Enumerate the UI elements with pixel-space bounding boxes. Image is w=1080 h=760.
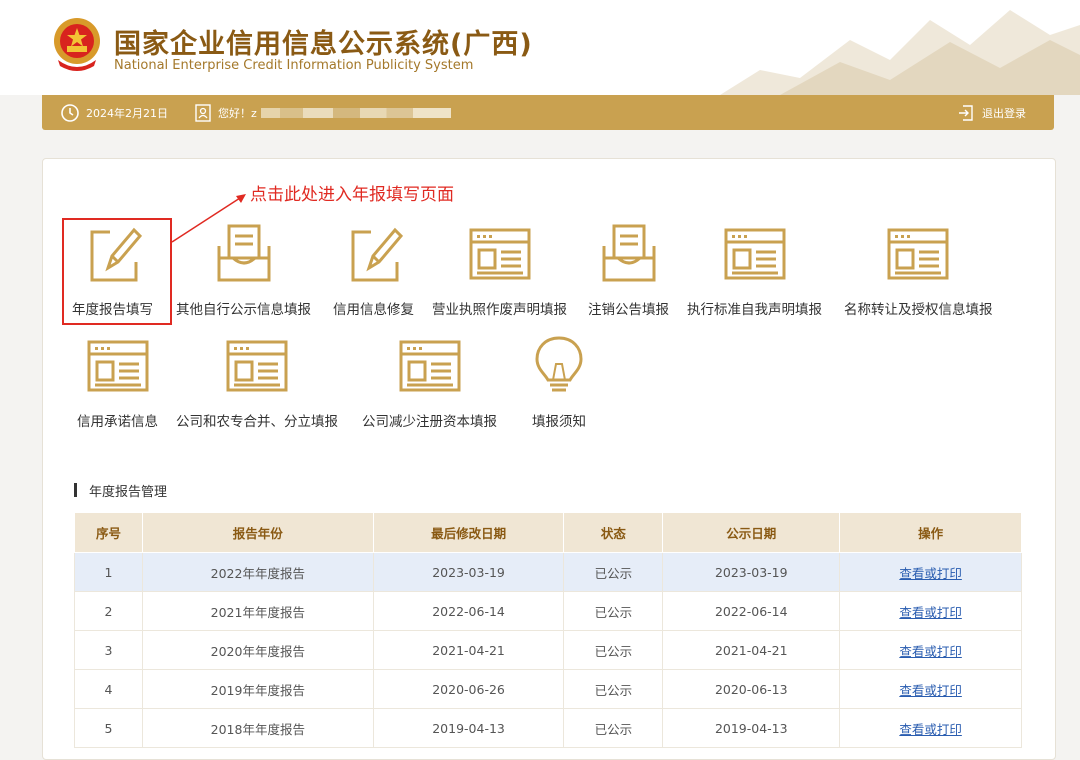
form-window-icon	[87, 340, 148, 392]
logout-label: 退出登录	[982, 106, 1026, 120]
document-tray-icon	[602, 224, 655, 282]
mountain-decoration	[720, 10, 1080, 95]
cell-index: 2	[74, 591, 143, 631]
tile-merger-split[interactable]: 公司和农专合并、分立填报	[176, 334, 338, 430]
masked-username	[260, 107, 451, 118]
section-title: 年度报告管理	[74, 482, 168, 500]
cell-last-modified: 2022-06-14	[372, 591, 565, 631]
tile-label: 信用信息修复	[333, 302, 414, 318]
view-print-link[interactable]: 查看或打印	[899, 605, 962, 620]
cell-actions: 查看或打印	[839, 630, 1022, 670]
form-window-icon	[399, 340, 460, 392]
table-row: 1 2022年年度报告 2023-03-19 已公示 2023-03-19 查看…	[74, 552, 1022, 592]
table-row: 2 2021年年度报告 2022-06-14 已公示 2022-06-14 查看…	[74, 591, 1022, 631]
cell-index: 1	[74, 552, 143, 592]
cell-actions: 查看或打印	[839, 552, 1022, 592]
form-window-icon	[226, 340, 288, 392]
clock-icon	[61, 103, 79, 122]
annotation-text: 点击此处进入年报填写页面	[250, 185, 454, 205]
tile-filing-instructions[interactable]: 填报须知	[526, 334, 592, 430]
view-print-link[interactable]: 查看或打印	[899, 722, 962, 737]
cell-actions: 查看或打印	[839, 591, 1022, 631]
cell-index: 4	[74, 669, 143, 709]
table-row: 4 2019年年度报告 2020-06-26 已公示 2020-06-13 查看…	[74, 669, 1022, 709]
annotation-highlight-box	[62, 218, 172, 325]
site-title: 国家企业信用信息公示系统(广西)	[114, 29, 533, 60]
view-print-link[interactable]: 查看或打印	[899, 683, 962, 698]
cell-report-year: 2020年年度报告	[141, 630, 374, 670]
form-window-icon	[887, 228, 949, 280]
tile-other-disclosure[interactable]: 其他自行公示信息填报	[176, 222, 311, 318]
pencil-edit-icon	[351, 227, 403, 282]
section-title-text: 年度报告管理	[89, 484, 168, 500]
lightbulb-icon	[535, 336, 583, 392]
tile-cancellation-notice[interactable]: 注销公告填报	[588, 222, 669, 318]
cell-publish-date: 2020-06-13	[662, 669, 841, 709]
cell-report-year: 2019年年度报告	[141, 669, 374, 709]
col-header-index: 序号	[74, 512, 143, 553]
tile-standard-declaration[interactable]: 执行标准自我声明填报	[687, 222, 822, 318]
cell-status: 已公示	[563, 591, 664, 631]
form-window-icon	[724, 228, 785, 280]
cell-last-modified: 2021-04-21	[372, 630, 565, 670]
tile-label: 其他自行公示信息填报	[176, 302, 311, 318]
form-window-icon	[469, 228, 530, 280]
col-header-last-modified: 最后修改日期	[372, 512, 565, 553]
cell-publish-date: 2021-04-21	[662, 630, 841, 670]
table-row: 3 2020年年度报告 2021-04-21 已公示 2021-04-21 查看…	[74, 630, 1022, 670]
cell-status: 已公示	[563, 630, 664, 670]
tile-label: 填报须知	[532, 414, 586, 430]
cell-publish-date: 2022-06-14	[662, 591, 841, 631]
site-header: 国家企业信用信息公示系统(广西) National Enterprise Cre…	[0, 0, 1080, 95]
cell-last-modified: 2020-06-26	[372, 669, 565, 709]
cell-last-modified: 2019-04-13	[372, 708, 565, 748]
document-tray-icon	[217, 224, 270, 282]
user-badge-icon	[195, 103, 211, 122]
tile-label: 公司和农专合并、分立填报	[176, 414, 338, 430]
table-row: 5 2018年年度报告 2019-04-13 已公示 2019-04-13 查看…	[74, 708, 1022, 748]
cell-index: 3	[74, 630, 143, 670]
cell-status: 已公示	[563, 669, 664, 709]
tile-capital-reduction[interactable]: 公司减少注册资本填报	[362, 334, 497, 430]
logout-icon	[959, 104, 973, 121]
cell-report-year: 2021年年度报告	[141, 591, 374, 631]
logout-button[interactable]: 退出登录	[956, 95, 1026, 130]
cell-report-year: 2022年年度报告	[141, 552, 374, 592]
cell-status: 已公示	[563, 708, 664, 748]
annual-report-table: 序号 报告年份 最后修改日期 状态 公示日期 操作 1 2022年年度报告 20…	[74, 512, 1022, 748]
tile-credit-commitment[interactable]: 信用承诺信息	[77, 334, 158, 430]
tile-name-transfer[interactable]: 名称转让及授权信息填报	[844, 222, 993, 318]
tile-credit-repair[interactable]: 信用信息修复	[333, 222, 414, 318]
col-header-publish-date: 公示日期	[662, 512, 841, 553]
tile-label: 公司减少注册资本填报	[362, 414, 497, 430]
view-print-link[interactable]: 查看或打印	[899, 566, 962, 581]
tile-label: 营业执照作废声明填报	[432, 302, 567, 318]
tile-label: 名称转让及授权信息填报	[844, 302, 993, 318]
top-bar: 2024年2月21日 您好！z 退出登录	[42, 95, 1054, 130]
col-header-report-year: 报告年份	[141, 512, 374, 553]
table-header-row: 序号 报告年份 最后修改日期 状态 公示日期 操作	[74, 512, 1022, 553]
col-header-actions: 操作	[839, 512, 1022, 553]
tile-label: 执行标准自我声明填报	[687, 302, 822, 318]
col-header-status: 状态	[563, 512, 664, 553]
greeting-text: 您好！z	[218, 106, 257, 120]
user-greeting: 您好！z	[194, 95, 451, 130]
cell-last-modified: 2023-03-19	[372, 552, 565, 592]
current-date: 2024年2月21日	[86, 106, 168, 120]
section-marker	[74, 483, 77, 497]
national-emblem-icon	[54, 18, 100, 71]
cell-actions: 查看或打印	[839, 708, 1022, 748]
cell-status: 已公示	[563, 552, 664, 592]
view-print-link[interactable]: 查看或打印	[899, 644, 962, 659]
tile-label: 信用承诺信息	[77, 414, 158, 430]
cell-publish-date: 2023-03-19	[662, 552, 841, 592]
tile-label: 注销公告填报	[588, 302, 669, 318]
cell-report-year: 2018年年度报告	[141, 708, 374, 748]
site-subtitle: National Enterprise Credit Information P…	[114, 58, 474, 73]
tile-license-void[interactable]: 营业执照作废声明填报	[432, 222, 567, 318]
cell-index: 5	[74, 708, 143, 748]
cell-actions: 查看或打印	[839, 669, 1022, 709]
date-display: 2024年2月21日	[60, 95, 168, 130]
cell-publish-date: 2019-04-13	[662, 708, 841, 748]
